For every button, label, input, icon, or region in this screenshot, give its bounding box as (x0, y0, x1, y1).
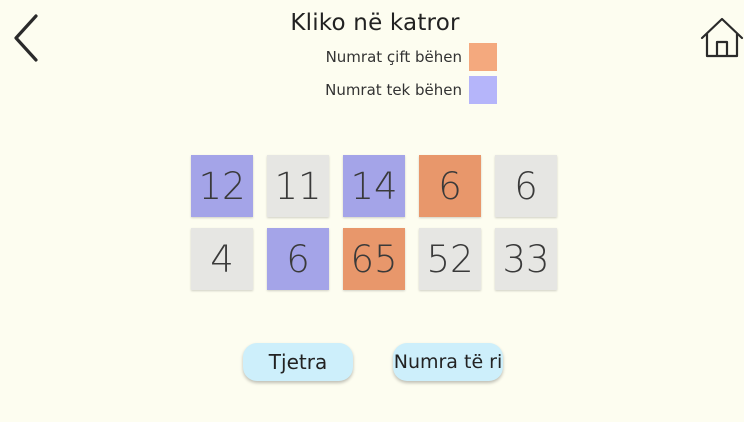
screen-edge (744, 0, 750, 422)
legend-even-swatch (469, 43, 497, 71)
legend-odd-label: Numrat tek bëhen (325, 81, 462, 99)
number-square[interactable]: 6 (419, 155, 481, 217)
number-square[interactable]: 12 (191, 155, 253, 217)
number-square[interactable]: 6 (267, 228, 329, 290)
number-square[interactable]: 11 (267, 155, 329, 217)
legend-odd-swatch (469, 76, 497, 104)
number-square[interactable]: 65 (343, 228, 405, 290)
next-button[interactable]: Tjetra (243, 343, 353, 381)
number-square[interactable]: 52 (419, 228, 481, 290)
number-square[interactable]: 4 (191, 228, 253, 290)
legend-even: Numrat çift bëhen (300, 43, 500, 73)
number-square[interactable]: 14 (343, 155, 405, 217)
legend-even-label: Numrat çift bëhen (325, 48, 462, 66)
legend-odd: Numrat tek bëhen (300, 76, 500, 106)
number-square[interactable]: 33 (495, 228, 557, 290)
number-square[interactable]: 6 (495, 155, 557, 217)
new-numbers-button[interactable]: Numra të ri (393, 343, 503, 381)
page-title: Kliko në katror (290, 10, 460, 36)
number-grid: 12 11 14 6 6 4 6 65 52 33 (191, 155, 557, 290)
